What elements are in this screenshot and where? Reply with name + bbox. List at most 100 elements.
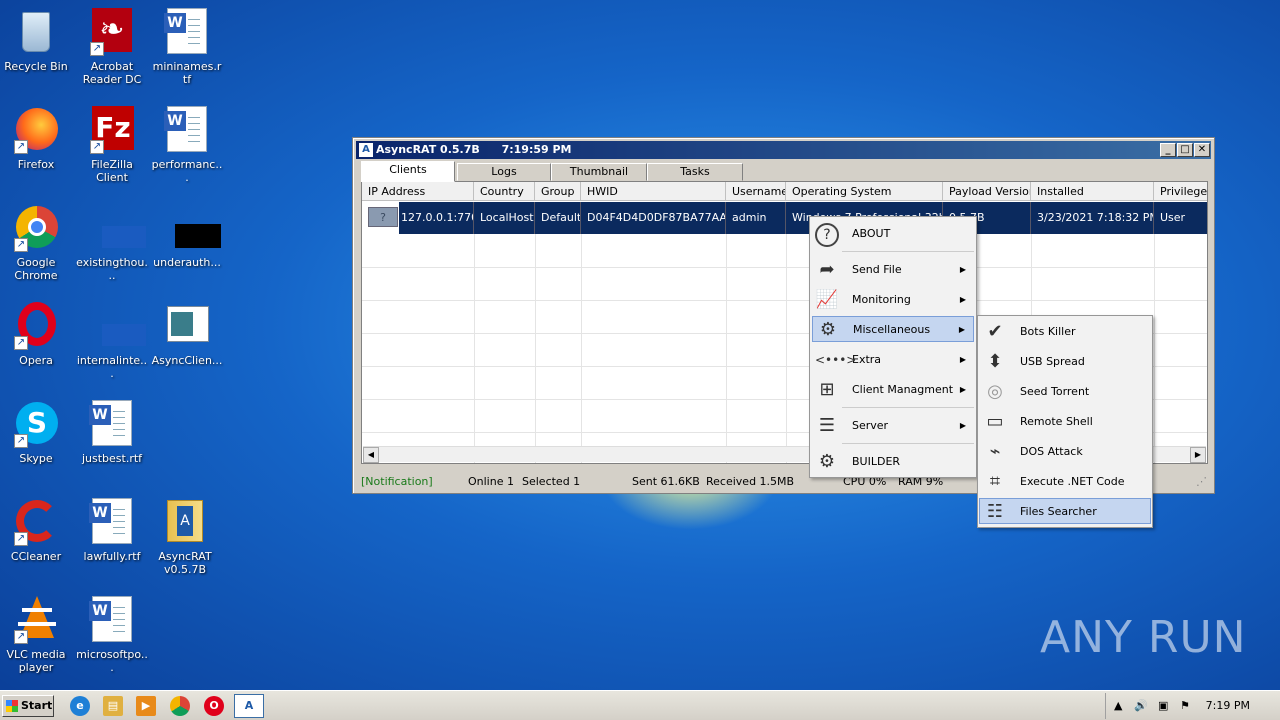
submenu-item-usb-spread[interactable]: ⬍ USB Spread: [980, 349, 1150, 375]
menu-separator: [842, 443, 974, 444]
grid-line: [474, 234, 475, 463]
file-search-icon: ☷: [986, 501, 1004, 522]
tab-clients[interactable]: Clients: [361, 161, 455, 182]
submenu-item-seed-torrent[interactable]: ◎ Seed Torrent: [980, 379, 1150, 405]
column-header-payload[interactable]: Payload Version: [943, 182, 1031, 201]
desktop-icon-acrobat[interactable]: ❧ ↗ Acrobat Reader DC: [76, 8, 148, 86]
close-button[interactable]: ✕: [1194, 143, 1210, 157]
menu-item-send-file[interactable]: ➦ Send File ▶: [812, 257, 974, 283]
question-icon: ?: [815, 223, 839, 247]
desktop-icon-lawfully[interactable]: W lawfully.rtf: [76, 498, 148, 563]
desktop-icon-recycle-bin[interactable]: Recycle Bin: [0, 8, 72, 73]
grid-line: [1154, 234, 1155, 463]
cell-hwid: D04F4D4D0DF87BA77AAE: [581, 202, 726, 234]
desktop-icon-mininames[interactable]: W mininames.rtf: [151, 8, 223, 86]
tab-logs[interactable]: Logs: [457, 163, 551, 181]
column-header-os[interactable]: Operating System: [786, 182, 943, 201]
submenu-item-bots-killer[interactable]: ✔ Bots Killer: [980, 319, 1150, 345]
column-header-hwid[interactable]: HWID: [581, 182, 726, 201]
network-icon[interactable]: ▣: [1158, 693, 1168, 719]
desktop-icon-internalinte[interactable]: internalinte...: [76, 302, 148, 380]
desktop-icon-underauth[interactable]: underauth...: [151, 204, 223, 269]
submenu-arrow-icon: ▶: [959, 295, 966, 304]
desktop-icon-asyncclient[interactable]: AsyncClien...: [151, 302, 223, 367]
resize-grip-icon[interactable]: ⋰: [1196, 474, 1207, 490]
menu-item-extra[interactable]: <•••> Extra ▶: [812, 347, 974, 373]
explorer-icon[interactable]: ▤: [103, 696, 123, 716]
desktop-icon-chrome[interactable]: ↗ Google Chrome: [0, 204, 72, 282]
desktop-icon-existingthou[interactable]: existingthou...: [76, 204, 148, 282]
usb-icon: ⬍: [987, 351, 1003, 372]
menu-item-miscellaneous[interactable]: ⚙ Miscellaneous ▶: [812, 316, 974, 342]
column-header-ip[interactable]: IP Address: [362, 182, 474, 201]
desktop-icon-firefox[interactable]: ↗ Firefox: [0, 106, 72, 171]
menu-item-monitoring[interactable]: 📈 Monitoring ▶: [812, 287, 974, 313]
window-titlebar[interactable]: A AsyncRAT 0.5.7B 7:19:59 PM _ □ ✕: [356, 141, 1211, 159]
opera-taskbar-icon[interactable]: O: [204, 696, 224, 716]
word-doc-icon: W: [88, 400, 136, 448]
media-player-icon[interactable]: ▶: [136, 696, 156, 716]
menu-item-server[interactable]: ☰ Server ▶: [812, 413, 974, 439]
start-button[interactable]: Start: [2, 695, 54, 717]
column-header-username[interactable]: Username: [726, 182, 786, 201]
status-notification[interactable]: [Notification]: [361, 474, 433, 490]
server-icon: ☰: [818, 415, 836, 436]
submenu-arrow-icon: ▶: [959, 385, 966, 394]
menu-item-about[interactable]: ? ABOUT: [812, 221, 974, 247]
context-menu: ? ABOUT ➦ Send File ▶ 📈 Monitoring ▶ ⚙ M…: [809, 216, 977, 478]
tab-tasks[interactable]: Tasks: [647, 163, 743, 181]
shield-check-icon: ✔: [987, 321, 1003, 342]
desktop-icon-ccleaner[interactable]: ↗ CCleaner: [0, 498, 72, 563]
monitor-icon: 📈: [815, 289, 839, 310]
column-header-group[interactable]: Group: [535, 182, 581, 201]
firefox-icon: ↗: [12, 106, 60, 154]
cell-username: admin: [726, 202, 786, 234]
system-tray: ▲ 🔊 ▣ ⚑ 7:19 PM: [1105, 693, 1280, 719]
column-header-privileges[interactable]: Privileges: [1154, 182, 1207, 201]
scroll-right-button[interactable]: ▶: [1190, 447, 1206, 463]
blank-file-icon: [88, 302, 146, 350]
desktop-icon-opera[interactable]: ↗ Opera: [0, 302, 72, 367]
volume-icon[interactable]: 🔊: [1134, 693, 1148, 719]
ie-icon[interactable]: e: [70, 696, 90, 716]
tray-expand-icon[interactable]: ▲: [1114, 693, 1122, 719]
brain-gear-icon: ⚙: [819, 319, 837, 340]
desktop-icon-microsoftpo[interactable]: W microsoftpo...: [76, 596, 148, 674]
row-flag-cell: ? 127.0.0.1:7707: [362, 202, 474, 234]
chrome-icon: ↗: [12, 204, 60, 252]
windows-flag-icon: [6, 700, 18, 712]
column-header-installed[interactable]: Installed: [1031, 182, 1154, 201]
action-center-flag-icon[interactable]: ⚑: [1180, 693, 1190, 719]
submenu-item-files-searcher[interactable]: ☷ Files Searcher: [979, 498, 1151, 524]
torrent-icon: ◎: [987, 381, 1003, 402]
desktop-icon-asyncrat-folder[interactable]: A AsyncRAT v0.5.7B: [149, 498, 221, 576]
word-doc-icon: W: [163, 106, 211, 154]
desktop-icon-skype[interactable]: S ↗ Skype: [0, 400, 72, 465]
scroll-left-button[interactable]: ◀: [363, 447, 379, 463]
column-header-country[interactable]: Country: [474, 182, 535, 201]
desktop-icon-filezilla[interactable]: Fz ↗ FileZilla Client: [76, 106, 148, 184]
minimize-button[interactable]: _: [1160, 143, 1176, 157]
submenu-item-remote-shell[interactable]: ▭ Remote Shell: [980, 409, 1150, 435]
maximize-button[interactable]: □: [1177, 143, 1193, 157]
windows-icon: ⊞: [819, 379, 835, 400]
submenu-item-execute-net-code[interactable]: ⌗ Execute .NET Code: [980, 469, 1150, 495]
desktop-icon-justbest[interactable]: W justbest.rtf: [76, 400, 148, 465]
grid-line: [726, 234, 727, 463]
acrobat-icon: ❧ ↗: [88, 8, 136, 56]
cell-privileges: User: [1154, 202, 1207, 234]
menu-item-client-managment[interactable]: ⊞ Client Managment ▶: [812, 377, 974, 403]
folder-icon: A: [161, 498, 209, 546]
tab-thumbnail[interactable]: Thumbnail: [551, 163, 647, 181]
chrome-taskbar-icon[interactable]: [170, 696, 190, 716]
taskbar-clock[interactable]: 7:19 PM: [1206, 693, 1250, 719]
desktop-icon-performance[interactable]: W performanc...: [151, 106, 223, 184]
menu-item-builder[interactable]: ⚙ BUILDER: [812, 449, 974, 475]
dots-icon: <•••>: [815, 353, 857, 367]
submenu-item-dos-attack[interactable]: ⌁ DOS Attack: [980, 439, 1150, 465]
vlc-icon: ↗: [12, 596, 60, 644]
asyncrat-taskbar-button[interactable]: A: [234, 694, 264, 718]
grid-line: [786, 234, 787, 463]
grid-line: [535, 234, 536, 463]
desktop-icon-vlc[interactable]: ↗ VLC media player: [0, 596, 72, 674]
